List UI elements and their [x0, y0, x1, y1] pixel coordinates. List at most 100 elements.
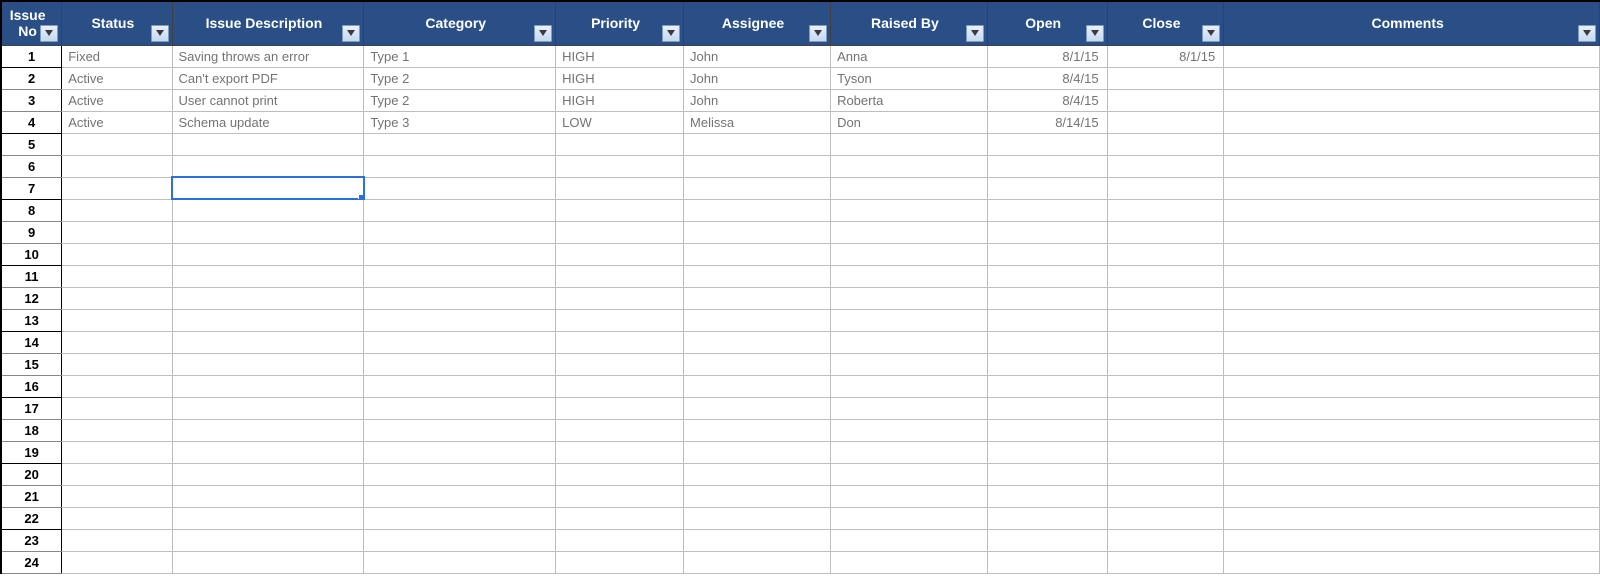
cell-priority[interactable]: [556, 485, 684, 507]
cell-status[interactable]: Active: [62, 89, 172, 111]
cell-assignee[interactable]: [684, 507, 831, 529]
cell-desc[interactable]: [172, 287, 364, 309]
cell-category[interactable]: Type 1: [364, 45, 556, 67]
cell-priority[interactable]: [556, 507, 684, 529]
cell-priority[interactable]: [556, 177, 684, 199]
cell-raised_by[interactable]: [831, 353, 988, 375]
cell-close[interactable]: [1107, 265, 1224, 287]
cell-issue_no[interactable]: 16: [1, 375, 62, 397]
cell-close[interactable]: [1107, 309, 1224, 331]
cell-desc[interactable]: [172, 485, 364, 507]
cell-raised_by[interactable]: [831, 199, 988, 221]
cell-comments[interactable]: [1224, 45, 1600, 67]
cell-close[interactable]: [1107, 287, 1224, 309]
cell-assignee[interactable]: [684, 485, 831, 507]
cell-status[interactable]: [62, 177, 172, 199]
cell-close[interactable]: [1107, 89, 1224, 111]
cell-desc[interactable]: [172, 397, 364, 419]
cell-issue_no[interactable]: 24: [1, 551, 62, 573]
cell-category[interactable]: Type 3: [364, 111, 556, 133]
cell-category[interactable]: [364, 507, 556, 529]
cell-close[interactable]: [1107, 551, 1224, 573]
cell-comments[interactable]: [1224, 485, 1600, 507]
cell-priority[interactable]: [556, 155, 684, 177]
cell-close[interactable]: [1107, 67, 1224, 89]
cell-category[interactable]: [364, 287, 556, 309]
cell-assignee[interactable]: [684, 265, 831, 287]
cell-desc[interactable]: [172, 463, 364, 485]
filter-dropdown-button[interactable]: [1578, 25, 1596, 42]
cell-category[interactable]: [364, 463, 556, 485]
cell-comments[interactable]: [1224, 265, 1600, 287]
cell-comments[interactable]: [1224, 441, 1600, 463]
cell-close[interactable]: [1107, 441, 1224, 463]
cell-close[interactable]: [1107, 419, 1224, 441]
cell-open[interactable]: [987, 265, 1107, 287]
cell-priority[interactable]: [556, 353, 684, 375]
cell-open[interactable]: [987, 551, 1107, 573]
cell-issue_no[interactable]: 7: [1, 177, 62, 199]
cell-comments[interactable]: [1224, 507, 1600, 529]
cell-open[interactable]: [987, 133, 1107, 155]
cell-issue_no[interactable]: 6: [1, 155, 62, 177]
cell-open[interactable]: 8/1/15: [987, 45, 1107, 67]
cell-open[interactable]: [987, 529, 1107, 551]
cell-priority[interactable]: [556, 397, 684, 419]
cell-assignee[interactable]: [684, 397, 831, 419]
cell-comments[interactable]: [1224, 375, 1600, 397]
cell-category[interactable]: [364, 419, 556, 441]
cell-issue_no[interactable]: 18: [1, 419, 62, 441]
cell-close[interactable]: [1107, 155, 1224, 177]
cell-comments[interactable]: [1224, 67, 1600, 89]
cell-status[interactable]: [62, 485, 172, 507]
cell-status[interactable]: [62, 199, 172, 221]
cell-raised_by[interactable]: [831, 177, 988, 199]
cell-desc[interactable]: [172, 375, 364, 397]
cell-close[interactable]: [1107, 331, 1224, 353]
cell-status[interactable]: [62, 529, 172, 551]
cell-raised_by[interactable]: [831, 155, 988, 177]
cell-priority[interactable]: [556, 331, 684, 353]
cell-comments[interactable]: [1224, 199, 1600, 221]
cell-comments[interactable]: [1224, 419, 1600, 441]
cell-close[interactable]: [1107, 133, 1224, 155]
cell-assignee[interactable]: [684, 177, 831, 199]
cell-desc[interactable]: User cannot print: [172, 89, 364, 111]
cell-priority[interactable]: [556, 199, 684, 221]
cell-priority[interactable]: [556, 529, 684, 551]
cell-raised_by[interactable]: Tyson: [831, 67, 988, 89]
cell-assignee[interactable]: Melissa: [684, 111, 831, 133]
cell-status[interactable]: Fixed: [62, 45, 172, 67]
cell-priority[interactable]: [556, 287, 684, 309]
cell-comments[interactable]: [1224, 287, 1600, 309]
cell-open[interactable]: [987, 155, 1107, 177]
cell-category[interactable]: [364, 331, 556, 353]
cell-comments[interactable]: [1224, 155, 1600, 177]
cell-issue_no[interactable]: 1: [1, 45, 62, 67]
cell-priority[interactable]: [556, 419, 684, 441]
cell-desc[interactable]: Can't export PDF: [172, 67, 364, 89]
cell-desc[interactable]: [172, 353, 364, 375]
cell-assignee[interactable]: [684, 419, 831, 441]
cell-assignee[interactable]: [684, 529, 831, 551]
cell-open[interactable]: [987, 309, 1107, 331]
cell-open[interactable]: [987, 485, 1107, 507]
cell-assignee[interactable]: [684, 309, 831, 331]
cell-status[interactable]: Active: [62, 111, 172, 133]
cell-assignee[interactable]: [684, 155, 831, 177]
cell-priority[interactable]: [556, 441, 684, 463]
cell-issue_no[interactable]: 19: [1, 441, 62, 463]
cell-category[interactable]: [364, 441, 556, 463]
cell-issue_no[interactable]: 23: [1, 529, 62, 551]
cell-comments[interactable]: [1224, 397, 1600, 419]
cell-open[interactable]: [987, 243, 1107, 265]
cell-comments[interactable]: [1224, 529, 1600, 551]
cell-issue_no[interactable]: 20: [1, 463, 62, 485]
cell-assignee[interactable]: John: [684, 67, 831, 89]
cell-issue_no[interactable]: 12: [1, 287, 62, 309]
cell-assignee[interactable]: [684, 221, 831, 243]
cell-priority[interactable]: [556, 375, 684, 397]
cell-category[interactable]: [364, 309, 556, 331]
cell-issue_no[interactable]: 14: [1, 331, 62, 353]
cell-comments[interactable]: [1224, 133, 1600, 155]
